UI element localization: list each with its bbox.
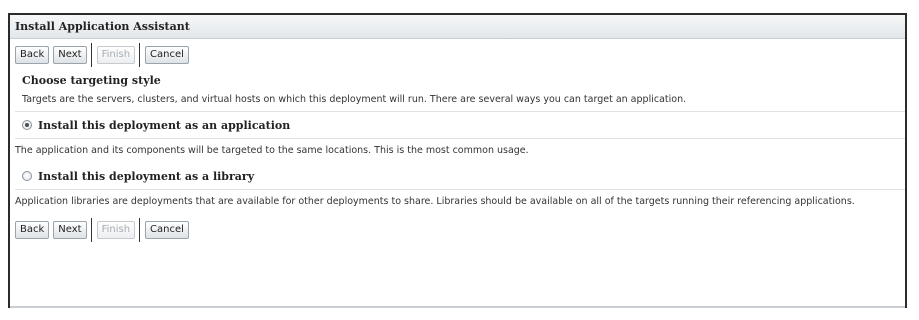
section-title: Choose targeting style	[22, 74, 161, 87]
bottom-toolbar: Back Next Finish Cancel	[10, 214, 905, 246]
back-button[interactable]: Back	[15, 221, 50, 239]
panel-bottom-border	[10, 306, 905, 308]
next-button[interactable]: Next	[53, 221, 87, 239]
panel-header: Install Application Assistant	[10, 15, 905, 39]
toolbar-separator	[139, 218, 141, 242]
top-toolbar: Back Next Finish Cancel	[10, 39, 905, 71]
back-button[interactable]: Back	[15, 46, 50, 64]
radio-library[interactable]	[22, 171, 32, 181]
section-description: Targets are the servers, clusters, and v…	[22, 94, 687, 105]
option-library-row[interactable]: Install this deployment as a library	[10, 163, 905, 189]
next-button[interactable]: Next	[53, 46, 87, 64]
cancel-button[interactable]: Cancel	[145, 221, 189, 239]
toolbar-separator	[90, 43, 92, 67]
assistant-panel: Install Application Assistant Back Next …	[8, 13, 907, 308]
finish-button[interactable]: Finish	[96, 46, 136, 64]
toolbar-separator	[139, 43, 141, 67]
toolbar-separator	[90, 218, 92, 242]
option-application-description: The application and its components will …	[15, 145, 529, 156]
option-application-label[interactable]: Install this deployment as an applicatio…	[38, 119, 290, 132]
cancel-button[interactable]: Cancel	[145, 46, 189, 64]
radio-application[interactable]	[22, 120, 32, 130]
option-application-row[interactable]: Install this deployment as an applicatio…	[10, 112, 905, 138]
finish-button[interactable]: Finish	[96, 221, 136, 239]
option-library-label[interactable]: Install this deployment as a library	[38, 170, 254, 183]
option-library-description: Application libraries are deployments th…	[15, 196, 855, 207]
